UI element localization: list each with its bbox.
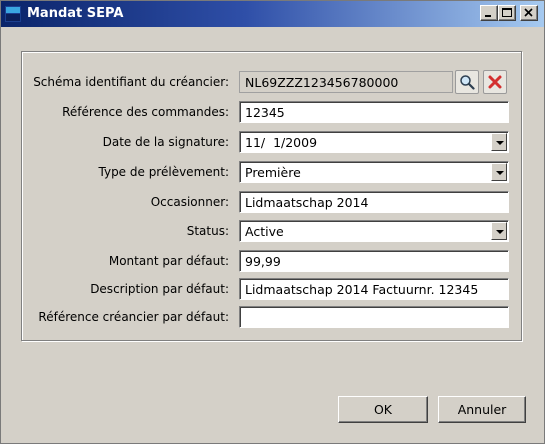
status-value: Active xyxy=(245,224,284,239)
cancel-button[interactable]: Annuler xyxy=(438,396,526,423)
clear-button[interactable] xyxy=(483,70,507,94)
status-label: Status: xyxy=(186,224,229,238)
signature-date-value: 11/ 1/2009 xyxy=(245,135,318,150)
signature-date-label: Date de la signature: xyxy=(102,135,229,149)
default-amount-label: Montant par défaut: xyxy=(108,254,229,268)
close-icon xyxy=(524,8,533,17)
title-bar[interactable]: Mandat SEPA xyxy=(1,1,544,27)
red-x-icon xyxy=(488,75,502,89)
app-icon xyxy=(5,6,21,22)
date-dropdown-button[interactable] xyxy=(491,133,507,151)
debit-type-label: Type de prélèvement: xyxy=(98,165,230,179)
magnifier-icon xyxy=(460,75,475,90)
occasion-input[interactable]: Lidmaatschap 2014 xyxy=(239,191,509,213)
minimize-icon xyxy=(485,15,491,17)
creditor-scheme-field[interactable]: NL69ZZZ123456780000 xyxy=(239,71,453,93)
window-title: Mandat SEPA xyxy=(27,6,124,21)
signature-date-picker[interactable]: 11/ 1/2009 xyxy=(239,131,509,153)
creditor-scheme-label: Schéma identifiant du créancier: xyxy=(33,75,229,89)
debit-type-value: Première xyxy=(245,165,301,180)
row-debit-type: Type de prélèvement: Première xyxy=(1,161,545,183)
row-status: Status: Active xyxy=(1,220,545,242)
debit-type-select[interactable]: Première xyxy=(239,161,509,183)
row-signature-date: Date de la signature: 11/ 1/2009 xyxy=(1,131,545,153)
ok-button[interactable]: OK xyxy=(338,396,428,423)
maximize-icon xyxy=(502,8,512,17)
sepa-mandate-dialog: Mandat SEPA Schéma identifiant du créanc… xyxy=(0,0,545,444)
status-select[interactable]: Active xyxy=(239,220,509,242)
row-default-description: Description par défaut: Lidmaatschap 201… xyxy=(1,278,545,300)
occasion-label: Occasionner: xyxy=(150,195,229,209)
default-creditor-reference-label: Référence créancier par défaut: xyxy=(38,310,229,324)
order-reference-input[interactable]: 12345 xyxy=(239,101,509,123)
maximize-button[interactable] xyxy=(498,5,516,21)
default-description-label: Description par défaut: xyxy=(90,282,229,296)
close-button[interactable] xyxy=(520,5,538,21)
row-occasion: Occasionner: Lidmaatschap 2014 xyxy=(1,191,545,213)
order-reference-label: Référence des commandes: xyxy=(62,105,229,119)
default-creditor-reference-input[interactable] xyxy=(239,306,509,328)
debit-type-dropdown-button[interactable] xyxy=(491,163,507,181)
row-default-creditor-reference: Référence créancier par défaut: xyxy=(1,306,545,328)
default-amount-input[interactable]: 99,99 xyxy=(239,250,509,272)
default-description-input[interactable]: Lidmaatschap 2014 Factuurnr. 12345 xyxy=(239,278,509,300)
minimize-button[interactable] xyxy=(480,5,498,21)
row-order-reference: Référence des commandes: 12345 xyxy=(1,101,545,123)
search-button[interactable] xyxy=(455,70,479,94)
row-default-amount: Montant par défaut: 99,99 xyxy=(1,250,545,272)
row-creditor-scheme: Schéma identifiant du créancier: NL69ZZZ… xyxy=(1,70,545,94)
status-dropdown-button[interactable] xyxy=(491,222,507,240)
